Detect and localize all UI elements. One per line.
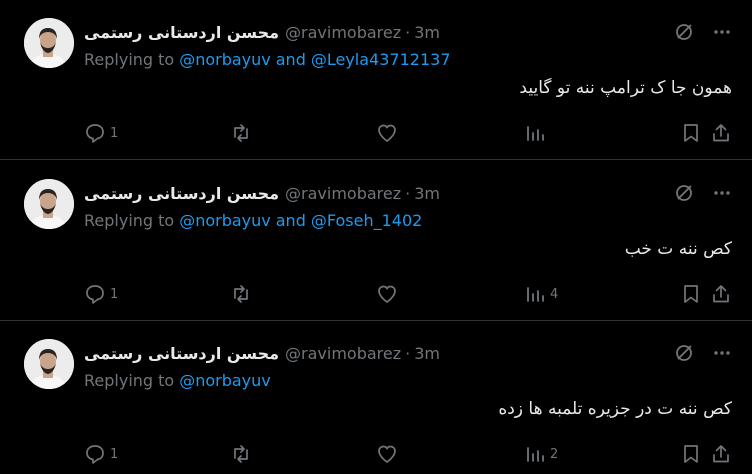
more-icon[interactable] <box>712 183 732 203</box>
heart-icon <box>378 285 396 303</box>
retweet-button[interactable] <box>230 120 256 146</box>
reply-icon <box>86 445 104 464</box>
grok-icon[interactable] <box>674 22 694 42</box>
views-icon <box>527 447 544 462</box>
share-button[interactable] <box>710 281 732 307</box>
mention-link[interactable]: @Foseh_1402 <box>311 211 422 230</box>
tweet-text: همون جا ک ترامپ ننه تو گایید <box>519 78 732 98</box>
separator-dot: · <box>405 343 411 363</box>
bookmark-icon <box>684 445 698 463</box>
author-handle[interactable]: @ravimobarez <box>285 344 401 363</box>
avatar[interactable] <box>24 179 74 229</box>
share-button[interactable] <box>710 120 732 146</box>
tweet-text: کص ننه ت خب <box>624 239 732 259</box>
replying-to: Replying to @norbayuv and @Foseh_1402 <box>84 209 422 231</box>
views-button[interactable]: 4 <box>524 281 558 307</box>
retweet-icon <box>234 124 248 142</box>
author-name[interactable]: محسن اردستانی رستمی <box>84 184 279 203</box>
bookmark-icon <box>684 124 698 142</box>
bookmark-button[interactable] <box>680 120 702 146</box>
author-handle[interactable]: @ravimobarez <box>285 23 401 42</box>
reply-button[interactable]: 1 <box>84 441 118 467</box>
avatar[interactable] <box>24 18 74 68</box>
reply-count: 1 <box>110 125 119 141</box>
mention-link[interactable]: @Leyla43712137 <box>311 50 451 69</box>
views-icon <box>527 287 544 302</box>
author-name[interactable]: محسن اردستانی رستمی <box>84 344 279 363</box>
separator-dot: · <box>405 183 411 203</box>
mention-link[interactable]: @norbayuv <box>179 211 271 230</box>
views-button[interactable] <box>524 120 550 146</box>
tweet[interactable]: محسن اردستانی رستمی @ravimobarez · 3m Re… <box>0 161 752 321</box>
tweet[interactable]: محسن اردستانی رستمی @ravimobarez · 3m Re… <box>0 0 752 160</box>
retweet-icon <box>234 445 248 463</box>
mention-joiner: and <box>275 49 306 69</box>
tweet-actions: 1 <box>84 120 732 146</box>
retweet-icon <box>234 285 248 303</box>
more-icon[interactable] <box>712 22 732 42</box>
separator-dot: · <box>405 22 411 42</box>
mention-joiner: and <box>275 210 306 230</box>
bookmark-button[interactable] <box>680 441 702 467</box>
tweet-actions: 1 4 <box>84 281 732 307</box>
mention-link[interactable]: @norbayuv <box>179 50 271 69</box>
grok-icon[interactable] <box>674 183 694 203</box>
like-button[interactable] <box>376 441 402 467</box>
heart-icon <box>378 124 396 142</box>
replying-prefix: Replying to <box>84 210 175 230</box>
view-count: 2 <box>550 446 559 462</box>
reply-count: 1 <box>110 446 119 462</box>
replying-prefix: Replying to <box>84 49 175 69</box>
like-button[interactable] <box>376 281 402 307</box>
reply-icon <box>86 124 104 143</box>
more-icon[interactable] <box>712 343 732 363</box>
tweet-header-actions <box>674 181 732 205</box>
avatar[interactable] <box>24 339 74 389</box>
tweet-header-actions <box>674 341 732 365</box>
share-icon <box>713 285 729 303</box>
bookmark-button[interactable] <box>680 281 702 307</box>
timestamp[interactable]: 3m <box>414 344 440 363</box>
author-name[interactable]: محسن اردستانی رستمی <box>84 23 279 42</box>
views-icon <box>527 126 544 141</box>
reply-icon <box>86 285 104 304</box>
grok-icon[interactable] <box>674 343 694 363</box>
tweet-header: محسن اردستانی رستمی @ravimobarez · 3m <box>84 181 440 205</box>
tweet-feed: محسن اردستانی رستمی @ravimobarez · 3m Re… <box>0 0 752 474</box>
author-handle[interactable]: @ravimobarez <box>285 184 401 203</box>
tweet-actions: 1 2 <box>84 441 732 467</box>
reply-button[interactable]: 1 <box>84 281 118 307</box>
views-button[interactable]: 2 <box>524 441 558 467</box>
timestamp[interactable]: 3m <box>414 184 440 203</box>
heart-icon <box>378 445 396 463</box>
bookmark-icon <box>684 285 698 303</box>
tweet-header: محسن اردستانی رستمی @ravimobarez · 3m <box>84 20 440 44</box>
retweet-button[interactable] <box>230 281 256 307</box>
share-icon <box>713 124 729 142</box>
tweet-header-actions <box>674 20 732 44</box>
tweet[interactable]: محسن اردستانی رستمی @ravimobarez · 3m Re… <box>0 321 752 474</box>
mention-link[interactable]: @norbayuv <box>179 371 271 390</box>
timestamp[interactable]: 3m <box>414 23 440 42</box>
replying-prefix: Replying to <box>84 370 175 390</box>
like-button[interactable] <box>376 120 402 146</box>
share-button[interactable] <box>710 441 732 467</box>
tweet-header: محسن اردستانی رستمی @ravimobarez · 3m <box>84 341 440 365</box>
view-count: 4 <box>550 286 559 302</box>
tweet-text: کص ننه ت در جزیره تلمبه ها زده <box>498 399 732 419</box>
replying-to: Replying to @norbayuv <box>84 369 271 391</box>
share-icon <box>713 445 729 463</box>
retweet-button[interactable] <box>230 441 256 467</box>
reply-count: 1 <box>110 286 119 302</box>
reply-button[interactable]: 1 <box>84 120 118 146</box>
replying-to: Replying to @norbayuv and @Leyla43712137 <box>84 48 451 70</box>
